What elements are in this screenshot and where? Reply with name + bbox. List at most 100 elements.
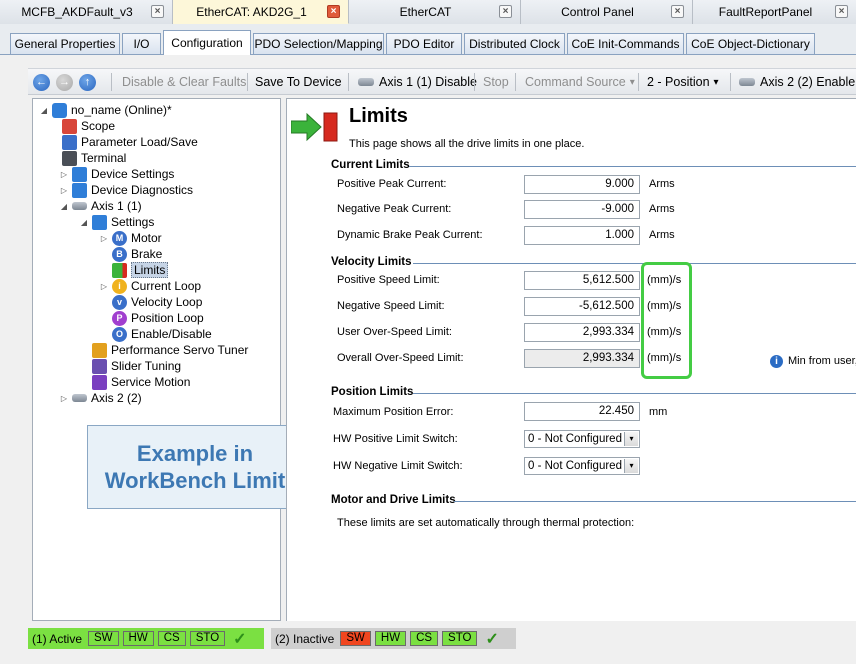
tree-item-enable-disable[interactable]: O Enable/Disable: [112, 326, 212, 342]
tree-item-label: Brake: [131, 247, 163, 261]
settings-cube-icon: [92, 214, 107, 230]
expand-arrow-icon[interactable]: ▷: [59, 186, 69, 195]
axis2-enable-button[interactable]: Axis 2 (2) Enable: [739, 69, 855, 95]
status-chip-cs: CS: [410, 631, 439, 646]
chevron-down-icon[interactable]: ▾: [624, 459, 638, 473]
collapse-arrow-icon[interactable]: ◢: [79, 218, 89, 227]
stop-button[interactable]: Stop: [483, 69, 509, 95]
negative-peak-current-field[interactable]: -9.000: [524, 200, 640, 219]
tree-item-brake[interactable]: B Brake: [112, 246, 162, 262]
expand-arrow-icon[interactable]: ▷: [59, 394, 69, 403]
operation-mode-dropdown[interactable]: 2 - Position ▾: [647, 69, 719, 95]
dynamic-brake-peak-current-field[interactable]: 1.000: [524, 226, 640, 245]
chevron-down-icon[interactable]: ▾: [624, 432, 638, 446]
toolbar-separator: [474, 73, 475, 91]
section-divider: [409, 166, 856, 167]
tab-configuration[interactable]: Configuration: [163, 30, 251, 55]
close-icon[interactable]: ×: [835, 5, 848, 18]
positive-speed-limit-field[interactable]: 5,612.500: [524, 271, 640, 290]
tree-item-label: Scope: [81, 119, 116, 133]
close-icon[interactable]: ×: [671, 5, 684, 18]
expand-arrow-icon[interactable]: ▷: [99, 234, 109, 243]
page-subtitle: This page shows all the drive limits in …: [349, 138, 585, 150]
tab-pdo-selection[interactable]: PDO Selection/Mapping: [253, 33, 384, 54]
check-icon: ✓: [233, 630, 247, 648]
tree-item-current-loop[interactable]: ▷ i Current Loop: [99, 278, 201, 294]
expand-arrow-icon[interactable]: ▷: [99, 282, 109, 291]
tree-item-position-loop[interactable]: P Position Loop: [112, 310, 204, 326]
axis2-status[interactable]: (2) Inactive SW HW CS STO ✓: [271, 628, 516, 649]
hw-negative-limit-value: 0 - Not Configured: [528, 460, 622, 472]
close-icon[interactable]: ×: [499, 5, 512, 18]
collapse-arrow-icon[interactable]: ◢: [39, 106, 49, 115]
axis1-disable-button[interactable]: Axis 1 (1) Disable: [358, 69, 477, 95]
toolbar-separator: [247, 73, 248, 91]
tree-item-axis2[interactable]: ▷ Axis 2 (2): [59, 390, 142, 406]
save-to-device-button[interactable]: Save To Device: [255, 69, 342, 95]
tab-general-properties[interactable]: General Properties: [10, 33, 120, 54]
tree-item-root[interactable]: ◢ no_name (Online)*: [39, 102, 172, 118]
doc-tab-fault-report[interactable]: FaultReportPanel ×: [693, 0, 856, 24]
tab-distributed-clock[interactable]: Distributed Clock: [464, 33, 565, 54]
doc-tab-label: EtherCAT: [399, 5, 452, 19]
tree-item-service-motion[interactable]: Service Motion: [92, 374, 190, 390]
back-arrow-icon[interactable]: ←: [33, 74, 50, 91]
user-over-speed-limit-label: User Over-Speed Limit:: [337, 326, 452, 338]
negative-peak-current-label: Negative Peak Current:: [337, 203, 452, 215]
hw-positive-limit-select[interactable]: 0 - Not Configured ▾: [524, 430, 640, 448]
doc-tab-ethercat[interactable]: EtherCAT ×: [349, 0, 521, 24]
unit-label: Arms: [649, 178, 675, 190]
command-source-dropdown[interactable]: Command Source ▾: [525, 69, 635, 95]
tree-item-label: Device Settings: [91, 167, 175, 181]
collapse-arrow-icon[interactable]: ◢: [59, 202, 69, 211]
close-icon[interactable]: ×: [327, 5, 340, 18]
max-position-error-field[interactable]: 22.450: [524, 402, 640, 421]
tree-item-velocity-loop[interactable]: v Velocity Loop: [112, 294, 202, 310]
tab-coe-init-commands[interactable]: CoE Init-Commands: [567, 33, 684, 54]
tree-item-device-diagnostics[interactable]: ▷ Device Diagnostics: [59, 182, 193, 198]
tree-item-label: Current Loop: [131, 279, 202, 293]
hw-negative-limit-select[interactable]: 0 - Not Configured ▾: [524, 457, 640, 475]
status-chip-hw: HW: [374, 631, 407, 646]
tree-item-label: Velocity Loop: [131, 295, 203, 309]
tab-io[interactable]: I/O: [122, 33, 161, 54]
overall-over-speed-limit-field: 2,993.334: [524, 349, 640, 368]
doc-tab-ethercat-akd2g[interactable]: EtherCAT: AKD2G_1 ×: [173, 0, 349, 24]
user-over-speed-limit-field[interactable]: 2,993.334: [524, 323, 640, 342]
tuner-icon: [92, 342, 107, 358]
tree-item-parameter-load-save[interactable]: Parameter Load/Save: [62, 134, 198, 150]
tree-item-slider-tuning[interactable]: Slider Tuning: [92, 358, 181, 374]
axis2-enable-label: Axis 2 (2) Enable: [760, 75, 856, 89]
close-icon[interactable]: ×: [151, 5, 164, 18]
tree-item-settings[interactable]: ◢ Settings: [79, 214, 154, 230]
forward-arrow-icon[interactable]: →: [56, 74, 73, 91]
status-bar: (1) Active SW HW CS STO ✓ (2) Inactive S…: [0, 623, 856, 664]
disable-clear-faults-button[interactable]: Disable & Clear Faults: [122, 69, 246, 95]
diagnostics-cube-icon: [72, 182, 87, 198]
tree-item-terminal[interactable]: Terminal: [62, 150, 126, 166]
negative-speed-limit-field[interactable]: -5,612.500: [524, 297, 640, 316]
tab-pdo-editor[interactable]: PDO Editor: [386, 33, 462, 54]
section-heading-velocity-limits: Velocity Limits: [331, 256, 412, 268]
positive-peak-current-field[interactable]: 9.000: [524, 175, 640, 194]
tree-item-performance-servo-tuner[interactable]: Performance Servo Tuner: [92, 342, 248, 358]
tree-item-scope[interactable]: Scope: [62, 118, 115, 134]
tree-item-label: Axis 1 (1): [91, 199, 142, 213]
callout-line: Example in: [136, 441, 254, 466]
doc-tab-control-panel[interactable]: Control Panel ×: [521, 0, 693, 24]
tree-item-label: Settings: [111, 215, 155, 229]
tree-item-motor[interactable]: ▷ M Motor: [99, 230, 162, 246]
tree-item-device-settings[interactable]: ▷ Device Settings: [59, 166, 174, 182]
doc-tab-label: MCFB_AKDFault_v3: [21, 5, 133, 19]
tree-item-label: Limits: [131, 262, 169, 278]
expand-arrow-icon[interactable]: ▷: [59, 170, 69, 179]
up-arrow-icon[interactable]: ↑: [79, 74, 96, 91]
doc-tab-label: Control Panel: [561, 5, 634, 19]
tree-item-label: Axis 2 (2): [91, 391, 142, 405]
axis1-status[interactable]: (1) Active SW HW CS STO ✓: [28, 628, 264, 649]
tree-item-axis1[interactable]: ◢ Axis 1 (1): [59, 198, 142, 214]
doc-tab-mcfb[interactable]: MCFB_AKDFault_v3 ×: [0, 0, 173, 24]
tree-item-limits[interactable]: Limits: [112, 262, 169, 278]
tab-coe-object-dictionary[interactable]: CoE Object-Dictionary: [686, 33, 815, 54]
section-divider: [413, 263, 856, 264]
